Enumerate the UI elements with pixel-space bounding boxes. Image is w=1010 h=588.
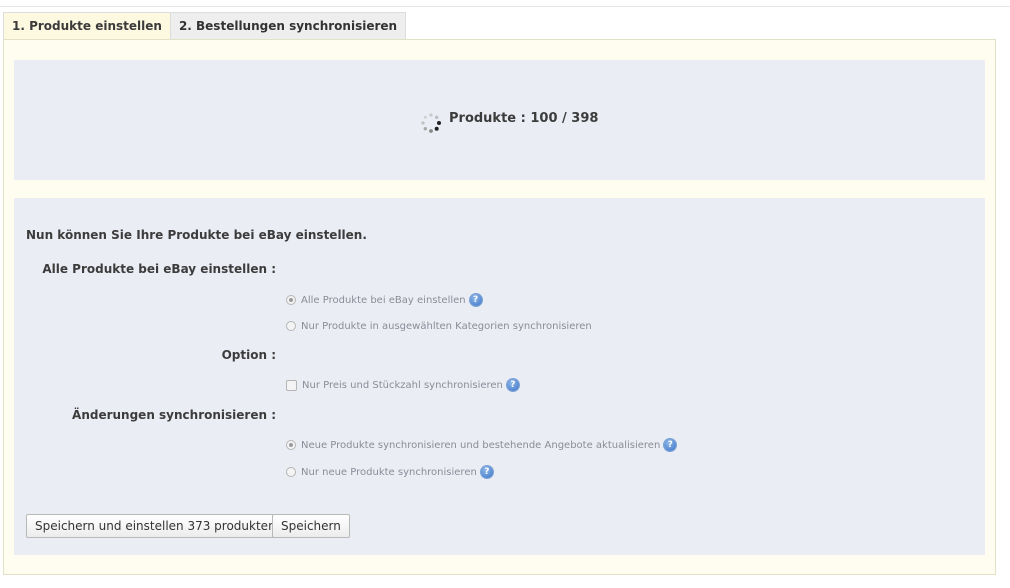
form-panel [14,198,985,555]
help-icon[interactable]: ? [506,379,519,391]
option-label: Nur Produkte in ausgewählten Kategorien … [301,320,592,332]
radio-nur-neue[interactable] [286,467,296,477]
option-label: Nur Preis und Stückzahl synchronisieren [302,379,503,391]
loading-spinner-icon [421,113,441,133]
save-and-list-button[interactable]: Speichern und einstellen 373 produkten [26,514,285,538]
option-neue-und-bestehende[interactable]: Neue Produkte synchronisieren und besteh… [286,438,677,452]
intro-text: Nun können Sie Ihre Produkte bei eBay ei… [26,228,367,242]
save-button[interactable]: Speichern [272,514,350,538]
option-label: Alle Produkte bei eBay einstellen [301,294,466,306]
tab-bar: 1. Produkte einstellen 2. Bestellungen s… [3,12,407,40]
checkbox-preis-stueckzahl[interactable] [286,379,297,391]
label-alle-produkte: Alle Produkte bei eBay einstellen : [42,262,276,276]
label-option: Option : [221,348,276,362]
radio-ausgewaehlte-kategorien[interactable] [286,321,296,331]
top-divider [0,6,1010,7]
option-label: Neue Produkte synchronisieren und besteh… [301,439,661,451]
radio-alle-produkte[interactable] [286,295,296,305]
tab-bestellungen-synchronisieren[interactable]: 2. Bestellungen synchronisieren [170,12,407,39]
tab-produkte-einstellen[interactable]: 1. Produkte einstellen [3,12,171,39]
radio-neue-und-bestehende[interactable] [286,440,296,450]
option-alle-produkte[interactable]: Alle Produkte bei eBay einstellen ? [286,293,482,307]
option-preis-stueckzahl[interactable]: Nur Preis und Stückzahl synchronisieren … [286,378,519,392]
option-ausgewaehlte-kategorien[interactable]: Nur Produkte in ausgewählten Kategorien … [286,319,592,333]
help-icon[interactable]: ? [469,294,482,306]
help-icon[interactable]: ? [664,439,677,451]
help-icon[interactable]: ? [480,466,493,478]
progress-counter: Produkte : 100 / 398 [449,111,599,126]
option-label: Nur neue Produkte synchronisieren [301,466,477,478]
label-aenderungen: Änderungen synchronisieren : [72,408,276,422]
option-nur-neue[interactable]: Nur neue Produkte synchronisieren ? [286,465,493,479]
